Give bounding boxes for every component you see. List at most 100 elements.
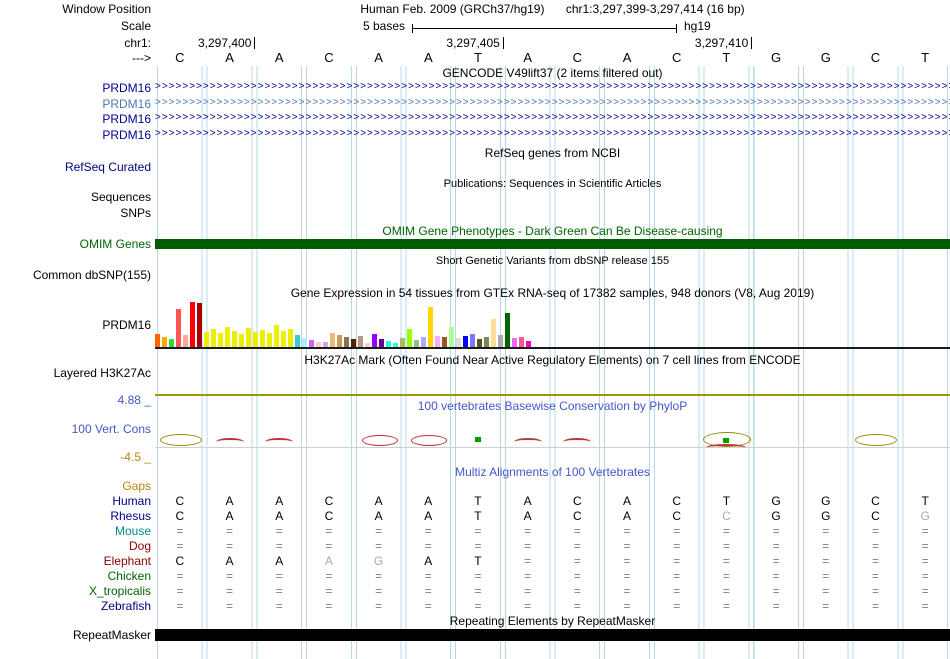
window-position-label: Window Position (62, 2, 151, 16)
gtex-tissue-bar[interactable] (414, 340, 419, 347)
multiz-species-label[interactable]: Rhesus (0, 509, 151, 524)
gtex-expression-chart[interactable] (155, 300, 533, 347)
gtex-tissue-bar[interactable] (498, 335, 503, 347)
gtex-tissue-bar[interactable] (183, 335, 188, 347)
gtex-tissue-bar[interactable] (281, 331, 286, 347)
gtex-tissue-bar[interactable] (260, 330, 265, 347)
alignment-base: = (921, 539, 929, 553)
gtex-tissue-bar[interactable] (407, 329, 412, 347)
gtex-tissue-bar[interactable] (456, 338, 461, 347)
multiz-species-label[interactable]: Elephant (0, 554, 151, 569)
gtex-tissue-bar[interactable] (421, 337, 426, 347)
omim-gene-bar[interactable] (155, 239, 950, 249)
repeatmasker-element-bar[interactable] (155, 629, 950, 641)
conservation-track-label[interactable]: 100 Vert. Cons (0, 422, 151, 436)
base-letter: A (225, 50, 234, 65)
alignment-base: = (822, 524, 830, 538)
sequences-track-label[interactable]: Sequences (0, 190, 151, 204)
layered-h3k27ac-label[interactable]: Layered H3K27Ac (0, 366, 151, 380)
alignment-base: = (722, 524, 730, 538)
gtex-tissue-bar[interactable] (477, 339, 482, 347)
alignment-base: = (722, 569, 730, 583)
multiz-alignment-row[interactable]: = = = = = = = = = = = = = = = = (155, 599, 950, 614)
multiz-species-label[interactable]: Chicken (0, 569, 151, 584)
gencode-transcript-arrows[interactable]: >>>>>>>>>>>>>>>>>>>>>>>>>>>>>>>>>>>>>>>>… (155, 127, 950, 141)
multiz-alignment-row[interactable]: = = = = = = = = = = = = = = = = (155, 524, 950, 539)
gencode-transcript-arrows[interactable]: >>>>>>>>>>>>>>>>>>>>>>>>>>>>>>>>>>>>>>>>… (155, 111, 950, 125)
gtex-tissue-bar[interactable] (379, 339, 384, 347)
gencode-transcript-arrows[interactable]: >>>>>>>>>>>>>>>>>>>>>>>>>>>>>>>>>>>>>>>>… (155, 96, 950, 110)
gtex-tissue-bar[interactable] (337, 335, 342, 347)
scale-bar (412, 24, 677, 33)
gtex-tissue-bar[interactable] (232, 331, 237, 347)
alignment-base (205, 479, 255, 494)
multiz-species-label[interactable]: Zebrafish (0, 599, 151, 614)
gtex-tissue-bar[interactable] (253, 332, 258, 347)
multiz-alignment-row[interactable]: = = = = = = = = = = = = = = = = (155, 539, 950, 554)
multiz-species-label[interactable]: Mouse (0, 524, 151, 539)
ruler-tick-mark (502, 37, 504, 49)
gtex-tissue-bar[interactable] (204, 332, 209, 347)
gtex-tissue-bar[interactable] (442, 337, 447, 347)
gtex-tissue-bar[interactable] (176, 309, 181, 347)
base-letter: C (572, 50, 583, 65)
alignment-base: A (225, 509, 234, 523)
gtex-tissue-bar[interactable] (435, 336, 440, 347)
gencode-gene-label[interactable]: PRDM16 (0, 128, 151, 142)
gtex-tissue-bar[interactable] (519, 337, 524, 347)
gtex-tissue-bar[interactable] (449, 327, 454, 347)
multiz-alignment-row[interactable]: = = = = = = = = = = = = = = = = (155, 569, 950, 584)
base-letter: C (870, 50, 881, 65)
gtex-tissue-bar[interactable] (162, 337, 167, 347)
multiz-alignment-row[interactable]: = = = = = = = = = = = = = = = = (155, 584, 950, 599)
gtex-tissue-bar[interactable] (309, 340, 314, 347)
gencode-transcript-arrows[interactable]: >>>>>>>>>>>>>>>>>>>>>>>>>>>>>>>>>>>>>>>>… (155, 80, 950, 94)
omim-genes-label[interactable]: OMIM Genes (0, 237, 151, 251)
snps-track-label[interactable]: SNPs (0, 206, 151, 220)
refseq-curated-label[interactable]: RefSeq Curated (0, 160, 151, 174)
gencode-gene-label[interactable]: PRDM16 (0, 81, 151, 95)
multiz-alignment-row[interactable] (155, 479, 950, 494)
gtex-tissue-bar[interactable] (351, 339, 356, 347)
gtex-tissue-bar[interactable] (358, 336, 363, 347)
gtex-tissue-bar[interactable] (169, 339, 174, 347)
gtex-tissue-bar[interactable] (197, 303, 202, 347)
multiz-alignment-row[interactable]: C A A A G A T = = = = = = = = = (155, 554, 950, 569)
gtex-tissue-bar[interactable] (288, 329, 293, 347)
gtex-tissue-bar[interactable] (330, 333, 335, 347)
multiz-species-label[interactable]: Human (0, 494, 151, 509)
gtex-tissue-bar[interactable] (463, 336, 468, 347)
gtex-tissue-bar[interactable] (190, 302, 195, 347)
gtex-tissue-bar[interactable] (155, 334, 160, 347)
gtex-tissue-bar[interactable] (372, 334, 377, 347)
gencode-gene-label[interactable]: PRDM16 (0, 97, 151, 111)
gtex-tissue-bar[interactable] (225, 327, 230, 347)
gtex-tissue-bar[interactable] (505, 313, 510, 347)
gtex-tissue-bar[interactable] (428, 307, 433, 347)
gtex-tissue-bar[interactable] (491, 319, 496, 347)
multiz-species-label[interactable]: Dog (0, 539, 151, 554)
gtex-tissue-bar[interactable] (246, 328, 251, 347)
gtex-tissue-bar[interactable] (274, 325, 279, 347)
multiz-species-label[interactable]: Gaps (0, 479, 151, 494)
gtex-tissue-bar[interactable] (239, 334, 244, 347)
multiz-alignment-row[interactable]: CAACAATACACCGGCG (155, 509, 950, 524)
gtex-tissue-bar[interactable] (344, 337, 349, 347)
alignment-base: A (225, 554, 234, 568)
multiz-alignment-row[interactable]: CAACAATACACTGGCT (155, 494, 950, 509)
multiz-species-label[interactable]: X_tropicalis (0, 584, 151, 599)
gtex-tissue-bar[interactable] (295, 335, 300, 347)
gtex-tissue-bar[interactable] (400, 338, 405, 347)
alignment-base: = (623, 539, 631, 553)
gtex-tissue-bar[interactable] (302, 338, 307, 347)
gtex-tissue-bar[interactable] (484, 337, 489, 347)
gencode-gene-label[interactable]: PRDM16 (0, 112, 151, 126)
gtex-tissue-bar[interactable] (512, 338, 517, 347)
gtex-gene-label[interactable]: PRDM16 (0, 318, 151, 332)
gtex-tissue-bar[interactable] (211, 329, 216, 347)
gtex-tissue-bar[interactable] (267, 333, 272, 347)
common-dbsnp-label[interactable]: Common dbSNP(155) (0, 268, 151, 282)
gtex-tissue-bar[interactable] (218, 333, 223, 347)
repeatmasker-label[interactable]: RepeatMasker (0, 628, 151, 642)
gtex-tissue-bar[interactable] (470, 334, 475, 347)
